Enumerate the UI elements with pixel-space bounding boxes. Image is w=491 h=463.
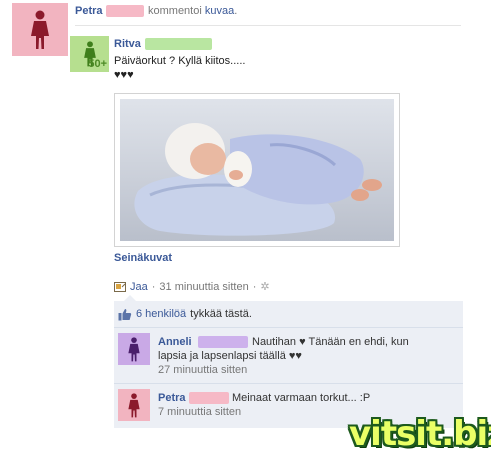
post-author: Ritva <box>114 37 141 51</box>
post-text: Päiväorkut ? Kyllä kiitos..... ♥♥♥ <box>114 55 246 81</box>
story-header: Petra <box>75 4 103 18</box>
share-icon <box>114 281 126 293</box>
story-object-link[interactable]: kuvaa <box>205 5 234 17</box>
comment-2-author-link[interactable]: Petra <box>158 392 186 404</box>
female-silhouette-icon <box>31 10 49 49</box>
album-link[interactable]: Seinäkuvat <box>114 252 172 264</box>
share-link[interactable]: Jaa <box>130 280 148 294</box>
age-badge: 50+ <box>88 58 107 70</box>
petra-avatar-small[interactable] <box>118 389 150 421</box>
ritva-avatar[interactable]: 50+ <box>70 36 109 72</box>
comment-1-timestamp[interactable]: 27 minuuttia sitten <box>158 363 458 377</box>
header-divider <box>75 25 461 26</box>
comment-2-text: Meinaat varmaan torkut... :P <box>232 392 371 404</box>
album-link-wrap: Seinäkuvat <box>114 251 172 265</box>
post-photo[interactable] <box>114 93 400 247</box>
comment-2-author: Petra <box>158 391 186 405</box>
comment-divider <box>114 327 463 328</box>
likes-count-link[interactable]: 6 henkilöä <box>136 307 186 321</box>
female-silhouette-icon <box>128 336 140 361</box>
comment-2-timestamp[interactable]: 7 minuuttia sitten <box>158 405 241 419</box>
watermark-logo: vitsit.biz <box>349 414 491 454</box>
action-bar: Jaa · 31 minuuttia sitten · ✲ <box>114 280 270 294</box>
post-timestamp[interactable]: 31 minuuttia sitten <box>159 280 248 294</box>
redacted-surname <box>106 5 144 17</box>
post-author-link[interactable]: Ritva <box>114 38 141 50</box>
thumbs-up-icon <box>118 308 132 321</box>
baby-doll-image <box>120 99 394 241</box>
comment-1-text: Nautihan ♥ Tänään en ehdi, kun lapsia ja… <box>158 335 458 377</box>
comment-divider <box>114 383 463 384</box>
story-author-link[interactable]: Petra <box>75 5 103 17</box>
anneli-avatar[interactable] <box>118 333 150 365</box>
gear-icon[interactable]: ✲ <box>260 280 269 294</box>
story-action: kommentoi kuvaa. <box>148 5 238 17</box>
likes-row: 6 henkilöä tykkää tästä. <box>118 307 252 321</box>
female-silhouette-icon <box>128 392 140 417</box>
redacted-surname <box>145 38 212 50</box>
petra-avatar-large[interactable] <box>12 3 68 56</box>
redacted-surname <box>189 392 229 404</box>
